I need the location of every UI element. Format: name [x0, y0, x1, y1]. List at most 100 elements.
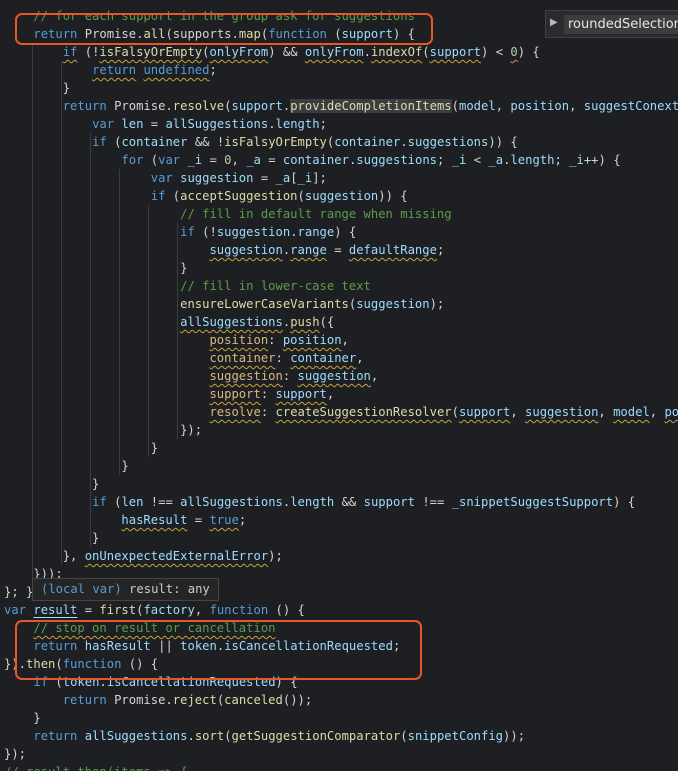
code-line[interactable]: position: position,	[4, 331, 348, 349]
code-token: token	[62, 675, 100, 689]
code-line[interactable]: if (container && !isFalsyOrEmpty(contain…	[4, 133, 518, 151]
code-line[interactable]: container: container,	[4, 349, 363, 367]
code-token: suggestion	[525, 405, 599, 419]
code-line[interactable]: }	[4, 439, 158, 457]
code-token: container	[209, 351, 276, 365]
code-line[interactable]: ensureLowerCaseVariants(suggestion);	[4, 295, 444, 313]
code-line[interactable]: }).then(function () {	[4, 655, 158, 673]
code-token: result	[33, 603, 78, 617]
code-token: 0	[224, 153, 232, 167]
code-token: ;	[437, 153, 452, 167]
code-token: onUnexpectedExternalError	[84, 549, 269, 563]
code-line[interactable]: return Promise.reject(canceled());	[4, 691, 313, 709]
code-token: .	[187, 729, 195, 743]
code-token: support	[341, 27, 393, 41]
code-line[interactable]: }	[4, 709, 40, 727]
code-token: // fill in lower-case text	[180, 279, 371, 293]
code-token: });	[4, 747, 27, 761]
code-token: container	[334, 135, 401, 149]
code-token: ) {	[613, 495, 636, 509]
code-token: hasResult	[84, 639, 151, 653]
code-token: )) {	[378, 189, 408, 203]
find-widget[interactable]: ▶ roundedSelection	[545, 10, 678, 38]
code-line[interactable]: for (var _i = 0, _a = container.suggesti…	[4, 151, 620, 169]
code-line[interactable]: var result = first(factory, function () …	[4, 601, 305, 619]
code-editor[interactable]: // for each support in the group ask for…	[0, 0, 678, 771]
code-line[interactable]: hasResult = true;	[4, 511, 246, 529]
code-line[interactable]: }	[4, 259, 187, 277]
code-token: for	[121, 153, 144, 167]
code-line[interactable]: return Promise.resolve(support.provideCo…	[4, 97, 678, 115]
code-line[interactable]: });	[4, 745, 26, 763]
code-line[interactable]: return undefined;	[4, 61, 217, 79]
code-token: return	[62, 99, 107, 113]
code-line[interactable]: // fill in lower-case text	[4, 277, 371, 295]
code-token: // fill in default range when missing	[180, 207, 452, 221]
code-token: isFalsyOrEmpty	[224, 135, 327, 149]
chevron-right-icon[interactable]: ▶	[550, 17, 558, 28]
code-line[interactable]: if (len !== allSuggestions.length && sup…	[4, 493, 635, 511]
code-line[interactable]: suggestion.range = defaultRange;	[4, 241, 444, 259]
code-line[interactable]: }	[4, 457, 129, 475]
code-line[interactable]: if (!suggestion.range) {	[4, 223, 356, 241]
code-line[interactable]: // for each support in the group ask for…	[4, 7, 415, 25]
code-token: (	[224, 99, 232, 113]
code-token: :	[282, 369, 298, 383]
code-line[interactable]: }	[4, 79, 70, 97]
code-token: }	[4, 531, 100, 545]
code-token: (	[106, 495, 122, 509]
code-line[interactable]: if (acceptSuggestion(suggestion)) {	[4, 187, 408, 205]
code-line[interactable]: if (token.isCancellationRequested) {	[4, 673, 297, 691]
code-token: push	[290, 315, 320, 329]
code-line[interactable]: }; }	[4, 583, 33, 601]
code-token: length	[510, 153, 555, 167]
code-token: ());	[282, 693, 313, 707]
code-line[interactable]: support: support,	[4, 385, 334, 403]
code-token: all	[143, 27, 166, 41]
code-token: support	[209, 387, 261, 401]
code-token: onlyFrom	[209, 45, 269, 59]
code-token: .	[99, 675, 107, 689]
code-token: ,	[598, 405, 614, 419]
code-line[interactable]: }	[4, 475, 99, 493]
code-token: position	[282, 333, 342, 347]
code-token: (	[106, 135, 122, 149]
code-token: });	[4, 423, 203, 437]
code-token: _snippetSuggestSupport	[451, 495, 614, 509]
code-token: canceled	[224, 693, 283, 707]
code-token: () {	[121, 657, 159, 671]
code-token: reject	[172, 693, 217, 707]
code-line[interactable]: return allSuggestions.sort(getSuggestion…	[4, 727, 525, 745]
code-line[interactable]: var len = allSuggestions.length;	[4, 115, 327, 133]
code-line[interactable]: suggestion: suggestion,	[4, 367, 378, 385]
code-token: if	[92, 135, 107, 149]
code-token: // result.then(items => {	[4, 765, 187, 771]
code-token: ;	[319, 117, 327, 131]
code-token: );	[429, 297, 445, 311]
find-widget-label[interactable]: roundedSelection	[564, 15, 678, 34]
code-line[interactable]: resolve: createSuggestionResolver(suppor…	[4, 403, 678, 421]
code-token: length	[290, 495, 335, 509]
code-token: var	[92, 117, 115, 131]
code-line[interactable]: });	[4, 421, 202, 439]
code-line[interactable]: var suggestion = _a[_i];	[4, 169, 327, 187]
code-line[interactable]: // fill in default range when missing	[4, 205, 452, 223]
code-line[interactable]: // stop on result or cancellation	[4, 619, 275, 637]
code-line[interactable]: if (!isFalsyOrEmpty (onlyFrom) && onlyFro…	[4, 43, 540, 61]
code-token: }	[4, 459, 129, 473]
code-token: :	[275, 351, 291, 365]
code-token: =	[143, 117, 166, 131]
code-line[interactable]: // result.then(items => {	[4, 763, 187, 771]
code-line[interactable]: }, onUnexpectedExternalError);	[4, 547, 283, 565]
code-line[interactable]: }	[4, 529, 99, 547]
code-token: ,	[326, 387, 335, 401]
code-line[interactable]: return hasResult || token.isCancellation…	[4, 637, 400, 655]
code-line[interactable]: return Promise.all(supports.map (function…	[4, 25, 415, 43]
code-line[interactable]: allSuggestions.push({	[4, 313, 334, 331]
code-token: }	[4, 261, 188, 275]
code-token: !==	[143, 495, 181, 509]
